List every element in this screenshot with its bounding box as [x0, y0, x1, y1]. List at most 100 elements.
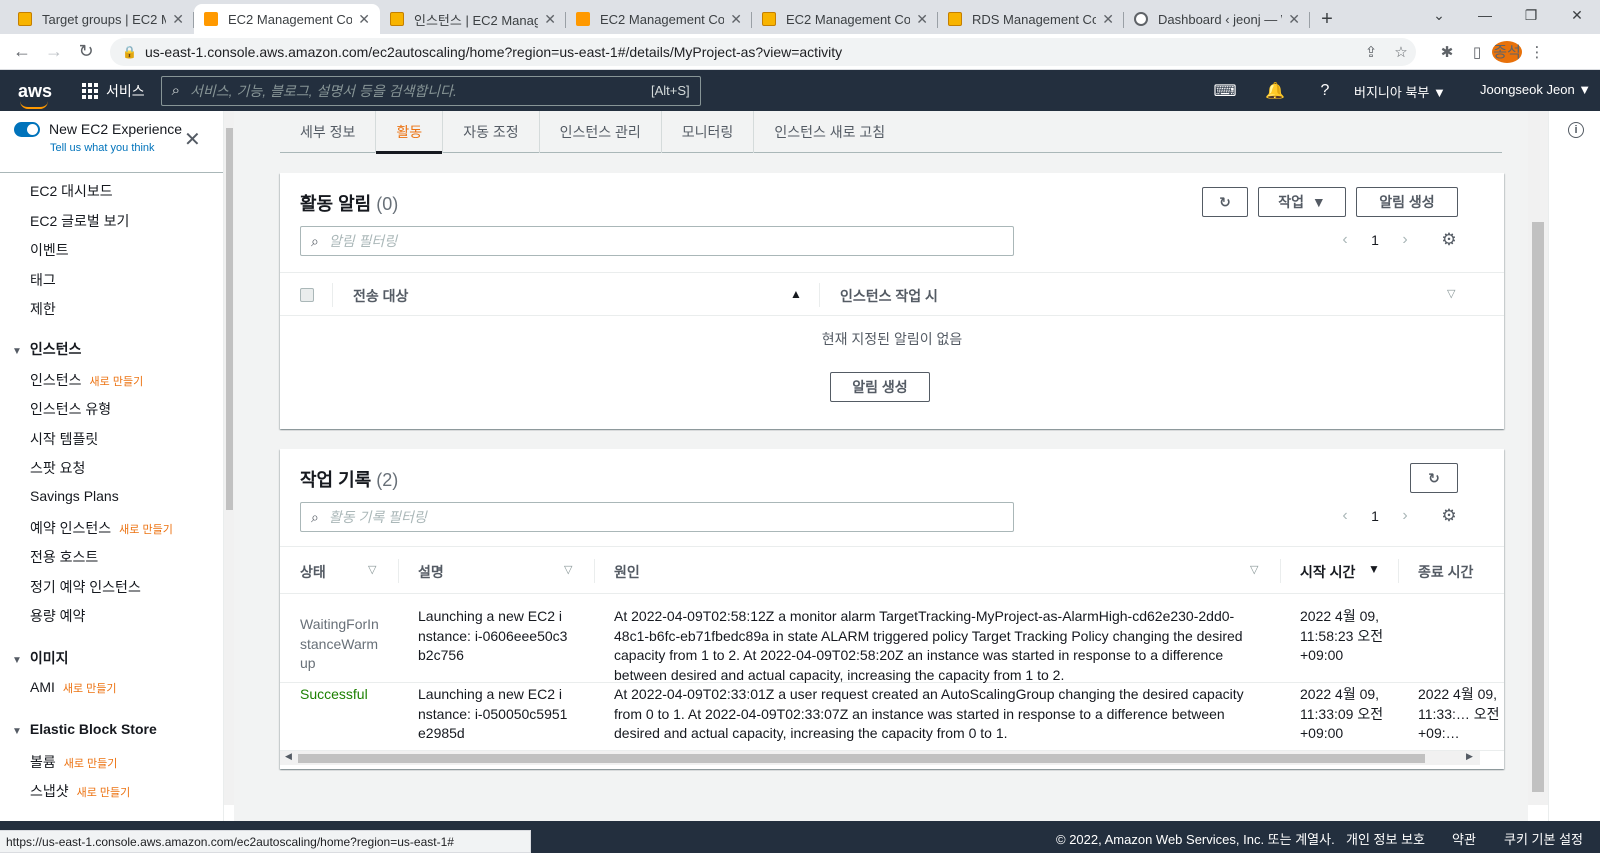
next-page-icon[interactable]: ›	[1390, 507, 1420, 525]
col-header-cause[interactable]: 원인	[614, 562, 640, 582]
services-menu[interactable]: 서비스	[82, 81, 145, 101]
browser-tab[interactable]: Dashboard ‹ jeonj — WordPress ✕	[1124, 4, 1310, 34]
prev-page-icon[interactable]: ‹	[1330, 507, 1360, 525]
close-icon[interactable]: ✕	[184, 127, 201, 152]
info-icon[interactable]: i	[1568, 122, 1584, 138]
history-filter-input[interactable]: ⌕ 활동 기록 필터링	[300, 502, 1014, 532]
sidebar-item[interactable]: AMI 새로 만들기	[30, 679, 117, 696]
browser-tab[interactable]: RDS Management Console ✕	[938, 4, 1124, 34]
tab-search-icon[interactable]: ⌄	[1416, 0, 1462, 30]
region-selector[interactable]: 버지니아 북부 ▼	[1354, 82, 1446, 101]
action-dropdown-button[interactable]: 작업 ▼	[1258, 187, 1346, 217]
sidebar-item[interactable]: Savings Plans	[30, 488, 119, 504]
sidebar-item[interactable]: 스팟 요청	[30, 458, 85, 478]
share-icon[interactable]: ⇪	[1356, 43, 1386, 61]
search-input[interactable]: ⌕ 서비스, 기능, 블로그, 설명서 등을 검색합니다. [Alt+S]	[160, 75, 701, 106]
sidebar-section-header[interactable]: Elastic Block Store	[12, 721, 157, 737]
table-scrollbar-thumb[interactable]	[298, 754, 1425, 763]
bookmark-star-icon[interactable]: ☆	[1386, 43, 1416, 61]
sidebar-item[interactable]: 스냅샷 새로 만들기	[30, 781, 130, 801]
detail-tab[interactable]: 세부 정보	[280, 111, 377, 153]
scroll-right-arrow-icon[interactable]: ▶	[1466, 751, 1473, 762]
notifications-bell-icon[interactable]: 🔔	[1250, 81, 1300, 101]
browser-tab[interactable]: Target groups | EC2 Management Console ✕	[8, 4, 194, 34]
col-header-status[interactable]: 상태	[300, 562, 326, 582]
col-header-end-time[interactable]: 종료 시간	[1418, 562, 1473, 582]
page-scrollbar-thumb[interactable]	[1532, 222, 1544, 792]
sort-desc-icon[interactable]: ▼	[1368, 562, 1380, 576]
detail-tab[interactable]: 인스턴스 관리	[540, 111, 662, 153]
close-tab-icon[interactable]: ✕	[358, 11, 370, 28]
sidebar-item[interactable]: 전용 호스트	[30, 547, 98, 567]
sort-icon[interactable]: ▽	[1447, 287, 1455, 300]
close-window-button[interactable]: ✕	[1554, 0, 1600, 30]
close-tab-icon[interactable]: ✕	[730, 11, 742, 28]
sort-icon[interactable]: ▽	[564, 563, 572, 576]
sidebar-item[interactable]: 용량 예약	[30, 606, 85, 626]
col-header-recipient[interactable]: 전송 대상	[353, 286, 408, 306]
select-all-checkbox[interactable]	[300, 288, 314, 302]
side-panel-icon[interactable]: ▯	[1462, 43, 1492, 61]
sidebar-item[interactable]: 정기 예약 인스턴스	[30, 577, 141, 597]
detail-tab[interactable]: 모니터링	[662, 111, 755, 153]
page-number[interactable]: 1	[1360, 508, 1390, 524]
sidebar-item[interactable]: EC2 글로벌 보기	[30, 211, 129, 231]
restore-button[interactable]: ❐	[1508, 0, 1554, 30]
extensions-icon[interactable]: ✱	[1432, 43, 1462, 61]
sidebar-item[interactable]: EC2 대시보드	[30, 181, 113, 201]
sidebar-item[interactable]: 이벤트	[30, 240, 69, 260]
sort-asc-icon[interactable]: ▲	[790, 287, 802, 301]
detail-tab[interactable]: 활동	[376, 111, 444, 154]
sidebar-section-header[interactable]: 이미지	[12, 648, 69, 668]
sidebar-item[interactable]: 인스턴스 유형	[30, 399, 111, 419]
close-tab-icon[interactable]: ✕	[916, 11, 928, 28]
alerts-filter-input[interactable]: ⌕ 알림 필터링	[300, 226, 1014, 256]
sidebar-item[interactable]: 제한	[30, 299, 56, 319]
new-experience-toggle[interactable]	[14, 122, 40, 137]
scroll-left-arrow-icon[interactable]: ◀	[285, 751, 292, 762]
terms-link[interactable]: 약관	[1452, 829, 1476, 848]
col-header-instance-action[interactable]: 인스턴스 작업 시	[840, 286, 938, 306]
gear-icon[interactable]: ⚙	[1434, 230, 1464, 250]
account-menu[interactable]: Joongseok Jeon ▼	[1480, 82, 1591, 97]
back-button[interactable]: ←	[6, 41, 38, 62]
create-notification-empty-button[interactable]: 알림 생성	[830, 372, 930, 402]
sort-icon[interactable]: ▽	[1250, 563, 1258, 576]
sidebar-scrollbar-thumb[interactable]	[226, 128, 233, 510]
table-row[interactable]: Successful Launching a new EC2 instance: …	[280, 683, 1504, 751]
close-tab-icon[interactable]: ✕	[1288, 11, 1300, 28]
privacy-link[interactable]: 개인 정보 보호	[1346, 829, 1425, 848]
close-tab-icon[interactable]: ✕	[172, 11, 184, 28]
browser-tab[interactable]: EC2 Management Console ✕	[194, 4, 380, 34]
detail-tab[interactable]: 인스턴스 새로 고침	[754, 111, 905, 153]
reload-button[interactable]: ↻	[70, 41, 102, 62]
page-number[interactable]: 1	[1360, 232, 1390, 248]
refresh-button[interactable]: ↻	[1202, 187, 1248, 217]
sort-icon[interactable]: ▽	[368, 563, 376, 576]
browser-menu-icon[interactable]: ⋮	[1522, 43, 1552, 61]
gear-icon[interactable]: ⚙	[1434, 506, 1464, 526]
minimize-button[interactable]: —	[1462, 0, 1508, 30]
prev-page-icon[interactable]: ‹	[1330, 231, 1360, 249]
feedback-link[interactable]: Tell us what you think	[50, 142, 155, 154]
refresh-button[interactable]: ↻	[1410, 463, 1458, 493]
sidebar-item[interactable]: 예약 인스턴스 새로 만들기	[30, 518, 173, 538]
next-page-icon[interactable]: ›	[1390, 231, 1420, 249]
col-header-description[interactable]: 설명	[418, 562, 444, 582]
col-header-start-time[interactable]: 시작 시간	[1300, 562, 1355, 582]
sidebar-item[interactable]: 시작 템플릿	[30, 429, 98, 449]
browser-tab[interactable]: 인스턴스 | EC2 Management Console ✕	[380, 4, 566, 34]
cookie-preferences-link[interactable]: 쿠키 기본 설정	[1504, 829, 1583, 848]
table-row[interactable]: WaitingForInstanceWarmup Launching a new …	[280, 595, 1504, 683]
sidebar-item[interactable]: 태그	[30, 270, 56, 290]
browser-tab[interactable]: EC2 Management Console ✕	[752, 4, 938, 34]
detail-tab[interactable]: 자동 조정	[443, 111, 540, 153]
sidebar-item[interactable]: 인스턴스 새로 만들기	[30, 370, 143, 390]
browser-tab[interactable]: EC2 Management Console ✕	[566, 4, 752, 34]
close-tab-icon[interactable]: ✕	[544, 11, 556, 28]
help-icon[interactable]: ?	[1300, 82, 1350, 100]
sidebar-section-header[interactable]: 인스턴스	[12, 339, 82, 359]
profile-avatar[interactable]: 종석	[1492, 40, 1522, 63]
create-notification-button[interactable]: 알림 생성	[1356, 187, 1458, 217]
forward-button[interactable]: →	[38, 41, 70, 62]
